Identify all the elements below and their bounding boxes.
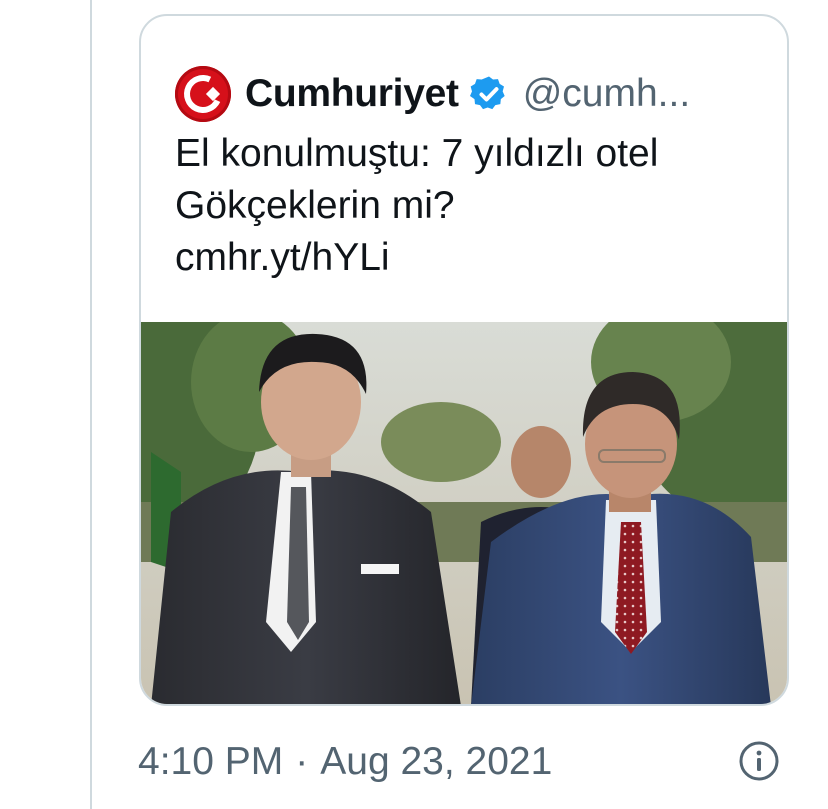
- handle[interactable]: @cumh...: [523, 72, 690, 116]
- quoted-tweet-card[interactable]: Cumhuriyet @cumh... El konulmuştu: 7 yıl…: [139, 14, 789, 706]
- quoted-tweet-header: Cumhuriyet @cumh...: [175, 66, 690, 122]
- thread-connector-line: [90, 0, 92, 809]
- tweet-photo[interactable]: [141, 322, 787, 704]
- info-icon[interactable]: [738, 740, 780, 782]
- tweet-date[interactable]: Aug 23, 2021: [320, 740, 552, 784]
- text-line: El konulmuştu: 7 yıldızlı otel: [175, 132, 659, 175]
- photo-two-men-in-suits-icon: [141, 322, 787, 704]
- verified-badge-icon: [469, 76, 505, 110]
- tweet-time[interactable]: 4:10 PM: [138, 740, 283, 784]
- text-line: Gökçeklerin mi?: [175, 184, 455, 227]
- meta-separator: ·: [295, 740, 309, 783]
- tweet-timestamp-row: 4:10 PM · Aug 23, 2021: [138, 736, 552, 788]
- tweet-link[interactable]: cmhr.yt/hYLi: [175, 232, 765, 284]
- avatar[interactable]: [175, 66, 231, 122]
- quoted-tweet-text: El konulmuştu: 7 yıldızlı otel Gökçekler…: [175, 128, 765, 284]
- display-name[interactable]: Cumhuriyet: [245, 72, 459, 116]
